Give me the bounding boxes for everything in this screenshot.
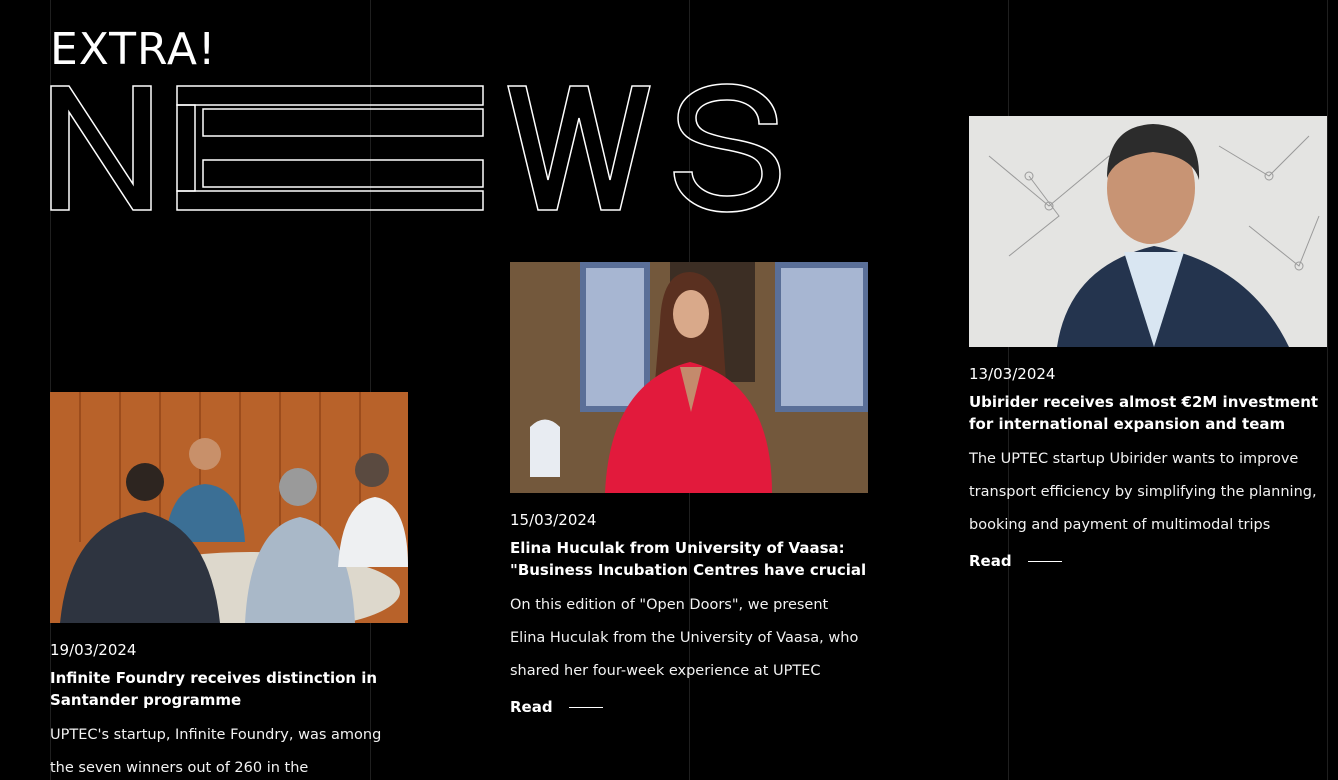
- section-kicker: EXTRA!: [50, 24, 217, 75]
- news-headline: [50, 82, 785, 216]
- article-title[interactable]: Ubirider receives almost €2M investment …: [969, 391, 1327, 435]
- headline-letter-e-bar-bottom: [176, 190, 484, 211]
- headline-letter-e-bar-low: [202, 159, 484, 188]
- headline-letter-e-bar-top: [176, 85, 484, 106]
- article-date: 13/03/2024: [969, 365, 1056, 383]
- article-title[interactable]: Infinite Foundry receives distinction in…: [50, 667, 408, 711]
- article-excerpt: On this edition of "Open Doors", we pres…: [510, 597, 859, 679]
- headline-letter-e-bar-mid-outer: [176, 104, 196, 192]
- article-excerpt: The UPTEC startup Ubirider wants to impr…: [969, 451, 1317, 533]
- article-date: 15/03/2024: [510, 511, 597, 529]
- article-photo-portrait[interactable]: [510, 262, 868, 493]
- news-page: EXTRA! 19/03/2024 Infinite Foundry recei…: [0, 0, 1338, 780]
- article-photo-meeting[interactable]: [50, 392, 408, 623]
- read-more-label[interactable]: Read: [510, 698, 553, 716]
- article-title[interactable]: Elina Huculak from University of Vaasa: …: [510, 537, 868, 581]
- read-more-label[interactable]: Read: [969, 552, 1012, 570]
- headline-letter-n: [50, 85, 152, 211]
- headline-letter-s: [673, 83, 781, 213]
- arrow-line-icon: [568, 706, 603, 708]
- read-more-link[interactable]: Read: [969, 552, 1327, 570]
- news-card[interactable]: 13/03/2024 Ubirider receives almost €2M …: [969, 116, 1327, 570]
- article-excerpt: UPTEC's startup, Infinite Foundry, was a…: [50, 727, 382, 776]
- headline-letter-e-bar-mid: [202, 108, 484, 137]
- headline-letter-w: [507, 85, 651, 211]
- news-card[interactable]: 15/03/2024 Elina Huculak from University…: [510, 262, 868, 716]
- read-more-link[interactable]: Read: [510, 698, 868, 716]
- article-date: 19/03/2024: [50, 641, 137, 659]
- article-photo-portrait[interactable]: [969, 116, 1327, 347]
- grid-line: [1327, 0, 1328, 780]
- arrow-line-icon: [1027, 560, 1062, 562]
- news-card[interactable]: 19/03/2024 Infinite Foundry receives dis…: [50, 392, 408, 780]
